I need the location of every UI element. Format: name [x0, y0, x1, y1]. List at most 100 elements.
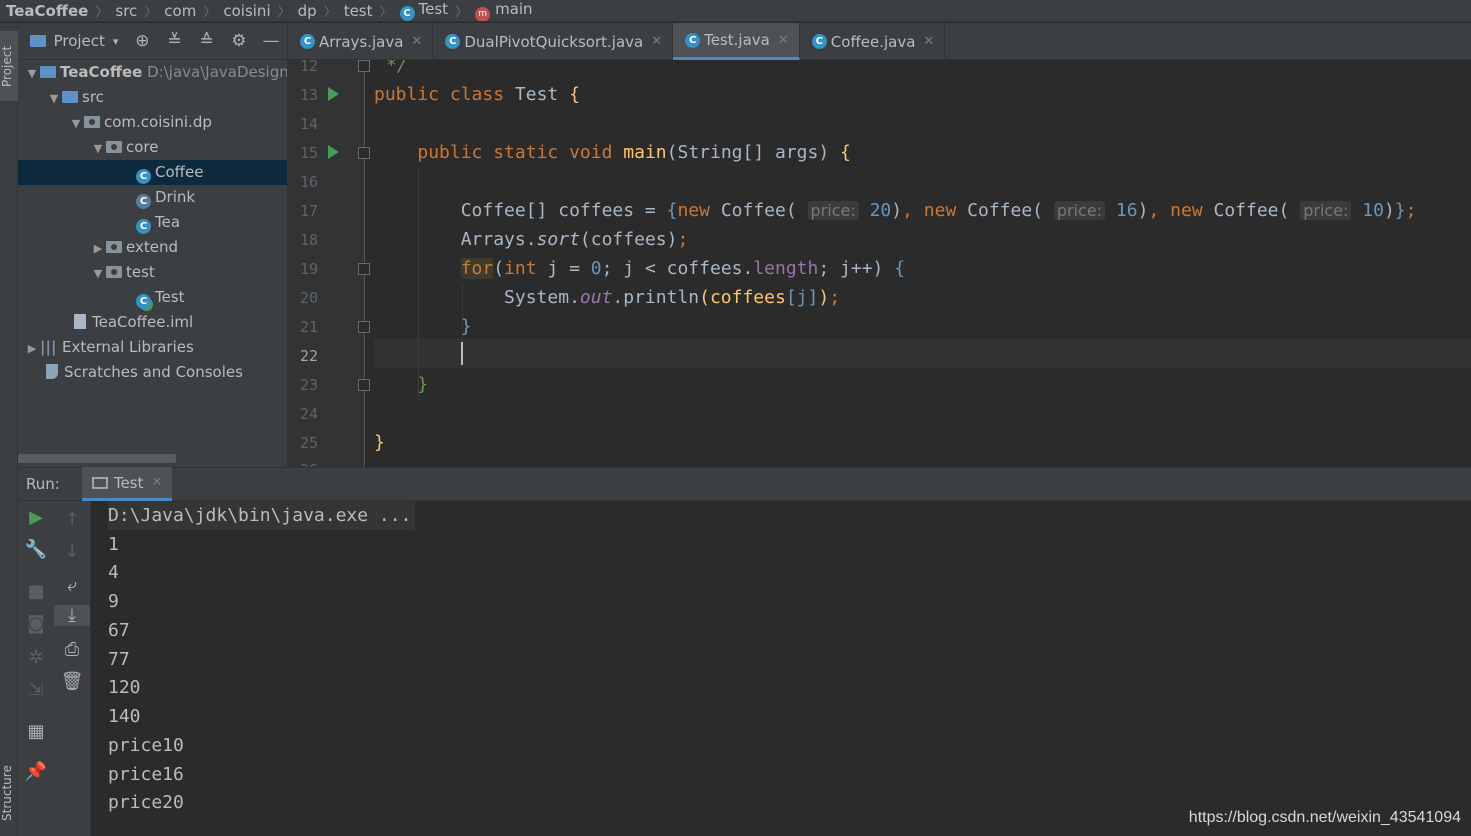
project-side-tab[interactable]: Project: [0, 31, 18, 101]
chevron-down-icon[interactable]: ▼: [90, 261, 106, 286]
scroll-to-end-icon[interactable]: ⤓: [54, 605, 90, 626]
tree-item-package-root[interactable]: ▼ com.coisini.dp: [18, 110, 287, 136]
hide-minus-icon[interactable]: —: [255, 31, 287, 51]
close-icon[interactable]: ✕: [651, 34, 662, 49]
fold-marker-icon[interactable]: [358, 263, 370, 275]
tree-item-drink[interactable]: C Drink: [18, 185, 287, 210]
console-command-line[interactable]: D:\Java\jdk\bin\java.exe ...: [108, 501, 416, 530]
code-text: ; j < coffees.: [601, 258, 754, 279]
tree-item-scratches[interactable]: Scratches and Consoles: [18, 360, 287, 385]
chevron-right-icon: 〉: [323, 5, 337, 20]
chevron-right-icon: 〉: [144, 5, 158, 20]
gear-icon[interactable]: ⚙: [223, 31, 255, 51]
arrow-up-icon[interactable]: ↑: [54, 509, 90, 530]
pin-icon[interactable]: 📌: [18, 761, 54, 782]
chevron-down-icon[interactable]: ▼: [68, 111, 84, 136]
tab-test-java[interactable]: C Test.java ✕: [673, 23, 800, 60]
project-view-selector[interactable]: Project: [54, 32, 105, 50]
breadcrumb-class-test[interactable]: C Test: [399, 0, 448, 21]
layout-icon[interactable]: ▦: [18, 721, 54, 742]
tree-item-test-package[interactable]: ▼ test: [18, 260, 287, 286]
chevron-right-icon[interactable]: ▶: [90, 236, 106, 261]
fold-marker-icon[interactable]: [358, 379, 370, 391]
args: (coffees: [699, 287, 786, 308]
console-line: 9: [108, 591, 119, 612]
tab-dualpivotquicksort-java[interactable]: C DualPivotQuicksort.java ✕: [433, 23, 674, 60]
breadcrumb-coisini[interactable]: coisini: [223, 2, 270, 20]
fold-marker-icon[interactable]: [358, 321, 370, 333]
tree-item-core[interactable]: ▼ core: [18, 135, 287, 161]
console-output[interactable]: D:\Java\jdk\bin\java.exe ... 1 4 9 67 77…: [91, 501, 1471, 836]
soft-wrap-icon[interactable]: ⤶: [54, 575, 90, 596]
tab-label: Coffee.java: [830, 32, 916, 51]
console-line: 120: [108, 677, 141, 698]
run-tab-test[interactable]: Test ✕: [81, 467, 173, 501]
class-ref: System.: [504, 287, 580, 308]
run-label: Run:: [26, 475, 60, 493]
breadcrumb-method-main[interactable]: m main: [475, 0, 533, 21]
structure-side-tab[interactable]: Structure: [0, 758, 18, 828]
rerun-icon[interactable]: ▶: [18, 507, 54, 528]
trash-icon[interactable]: 🗑: [54, 671, 90, 692]
fold-marker-icon[interactable]: [358, 60, 370, 72]
chevron-down-icon[interactable]: ▼: [46, 86, 62, 111]
camera-icon[interactable]: ◙: [18, 613, 54, 634]
settings-dim-icon[interactable]: ✲: [18, 647, 54, 668]
line-number: 13: [299, 86, 318, 104]
wrench-icon[interactable]: 🔧: [18, 539, 54, 560]
breadcrumb-test[interactable]: test: [344, 2, 373, 20]
run-class-icon[interactable]: [328, 87, 339, 101]
declaration: Coffee[] coffees =: [460, 200, 667, 221]
tree-item-tea[interactable]: C Tea: [18, 210, 287, 235]
collapse-all-icon[interactable]: ≙: [191, 31, 223, 51]
breadcrumb-com[interactable]: com: [164, 2, 196, 20]
tree-item-teacoffee[interactable]: ▼ TeaCoffee D:\java\JavaDesign: [18, 60, 287, 86]
console-line: 4: [108, 562, 119, 583]
tree-item-iml[interactable]: TeaCoffee.iml: [18, 310, 287, 335]
tab-coffee-java[interactable]: C Coffee.java ✕: [800, 23, 946, 60]
dropdown-arrow-icon[interactable]: ▾: [105, 35, 126, 48]
left-tool-strip: Project Structure: [0, 23, 18, 836]
class-icon: C: [136, 169, 151, 184]
console-line: 77: [108, 649, 130, 670]
project-toolbar: Project ▾ ⊕ ≚ ≙ ⚙ —: [18, 23, 287, 60]
code-line-23: }: [374, 370, 428, 399]
code-line-12: */: [386, 60, 408, 80]
breadcrumb-src[interactable]: src: [115, 2, 137, 20]
chevron-right-icon[interactable]: ▶: [24, 336, 40, 361]
params: (String[] args): [666, 142, 830, 163]
chevron-down-icon[interactable]: ▼: [90, 136, 106, 161]
libraries-icon: |||: [40, 338, 57, 356]
console-line: price20: [108, 792, 184, 813]
exit-icon[interactable]: ⇲: [18, 679, 54, 700]
tree-item-coffee[interactable]: C Coffee: [18, 160, 287, 185]
tree-item-test-class[interactable]: C Test: [18, 285, 287, 310]
editor-gutter: 12 13 14 15 16 17 18 19 20 21 22 23 24 2…: [288, 60, 370, 467]
package-icon: [106, 141, 122, 153]
paren: ): [1383, 200, 1395, 221]
tab-arrays-java[interactable]: C Arrays.java ✕: [288, 23, 434, 60]
tree-item-external-libraries[interactable]: ▶ ||| External Libraries: [18, 335, 287, 361]
locate-target-icon[interactable]: ⊕: [126, 31, 158, 51]
tree-item-src[interactable]: ▼ src: [18, 85, 287, 111]
expand-all-icon[interactable]: ≚: [158, 31, 190, 51]
code-editor[interactable]: 12 13 14 15 16 17 18 19 20 21 22 23 24 2…: [288, 60, 1471, 467]
arrow-down-icon[interactable]: ↓: [54, 541, 90, 562]
keyword: new: [677, 200, 710, 221]
print-icon[interactable]: ⎙: [54, 639, 90, 660]
line-number: 12: [299, 60, 318, 75]
run-toolbar-primary: ▶ 🔧 ■ ◙ ✲ ⇲ ▦ 📌: [18, 501, 54, 836]
close-icon[interactable]: ✕: [411, 34, 422, 49]
breadcrumb-dp[interactable]: dp: [298, 2, 317, 20]
fold-marker-icon[interactable]: [358, 147, 370, 159]
tree-item-extend[interactable]: ▶ extend: [18, 235, 287, 261]
chevron-down-icon[interactable]: ▼: [24, 61, 40, 86]
close-icon[interactable]: ✕: [778, 33, 789, 48]
close-icon[interactable]: ✕: [151, 475, 162, 490]
breadcrumb-project[interactable]: TeaCoffee: [6, 2, 88, 20]
stop-icon[interactable]: ■: [18, 581, 54, 602]
horizontal-scrollbar[interactable]: [18, 454, 176, 463]
close-icon[interactable]: ✕: [923, 34, 934, 49]
constructor: Coffee(: [1213, 200, 1290, 221]
run-main-icon[interactable]: [328, 145, 339, 159]
